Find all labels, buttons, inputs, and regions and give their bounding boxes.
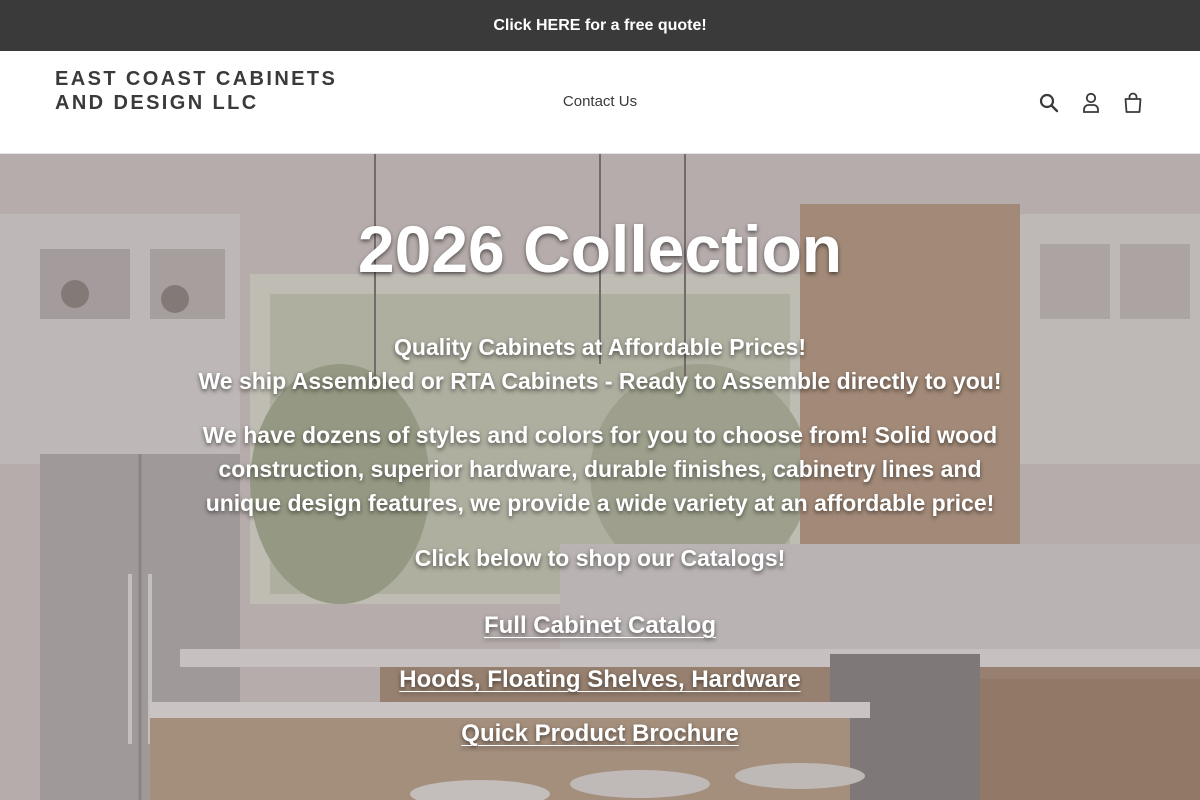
hero-banner: 2026 Collection Quality Cabinets at Affo… — [0, 154, 1200, 800]
hero-content: 2026 Collection Quality Cabinets at Affo… — [0, 154, 1200, 800]
hero-shipping-text: We ship Assembled or RTA Cabinets - Read… — [198, 368, 1002, 394]
nav-contact-us[interactable]: Contact Us — [563, 93, 637, 110]
hoods-shelves-hardware-row: Hoods, Floating Shelves, Hardware — [0, 664, 1200, 696]
full-cabinet-catalog-row: Full Cabinet Catalog — [0, 610, 1200, 642]
full-cabinet-catalog-link[interactable]: Full Cabinet Catalog — [484, 612, 716, 639]
quick-brochure-row: Quick Product Brochure — [0, 718, 1200, 750]
quick-product-brochure-link[interactable]: Quick Product Brochure — [461, 720, 738, 747]
hero-title: 2026 Collection — [357, 212, 843, 286]
account-icon[interactable] — [1079, 91, 1103, 115]
hero-tagline: Quality Cabinets at Affordable Prices! — [394, 334, 806, 360]
announcement-bar: Click HERE for a free quote! — [0, 0, 1200, 51]
header-icons — [1037, 91, 1145, 115]
free-quote-link[interactable]: Click HERE for a free quote! — [493, 17, 706, 35]
hero-cta-text: Click below to shop our Catalogs! — [414, 545, 786, 571]
cart-icon[interactable] — [1121, 91, 1145, 115]
hoods-shelves-hardware-link[interactable]: Hoods, Floating Shelves, Hardware — [399, 666, 800, 693]
site-header: EAST COAST CABINETS AND DESIGN LLC Conta… — [0, 51, 1200, 154]
hero-description: We have dozens of styles and colors for … — [202, 422, 998, 516]
site-logo[interactable]: EAST COAST CABINETS AND DESIGN LLC — [55, 67, 355, 115]
search-icon[interactable] — [1037, 91, 1061, 115]
